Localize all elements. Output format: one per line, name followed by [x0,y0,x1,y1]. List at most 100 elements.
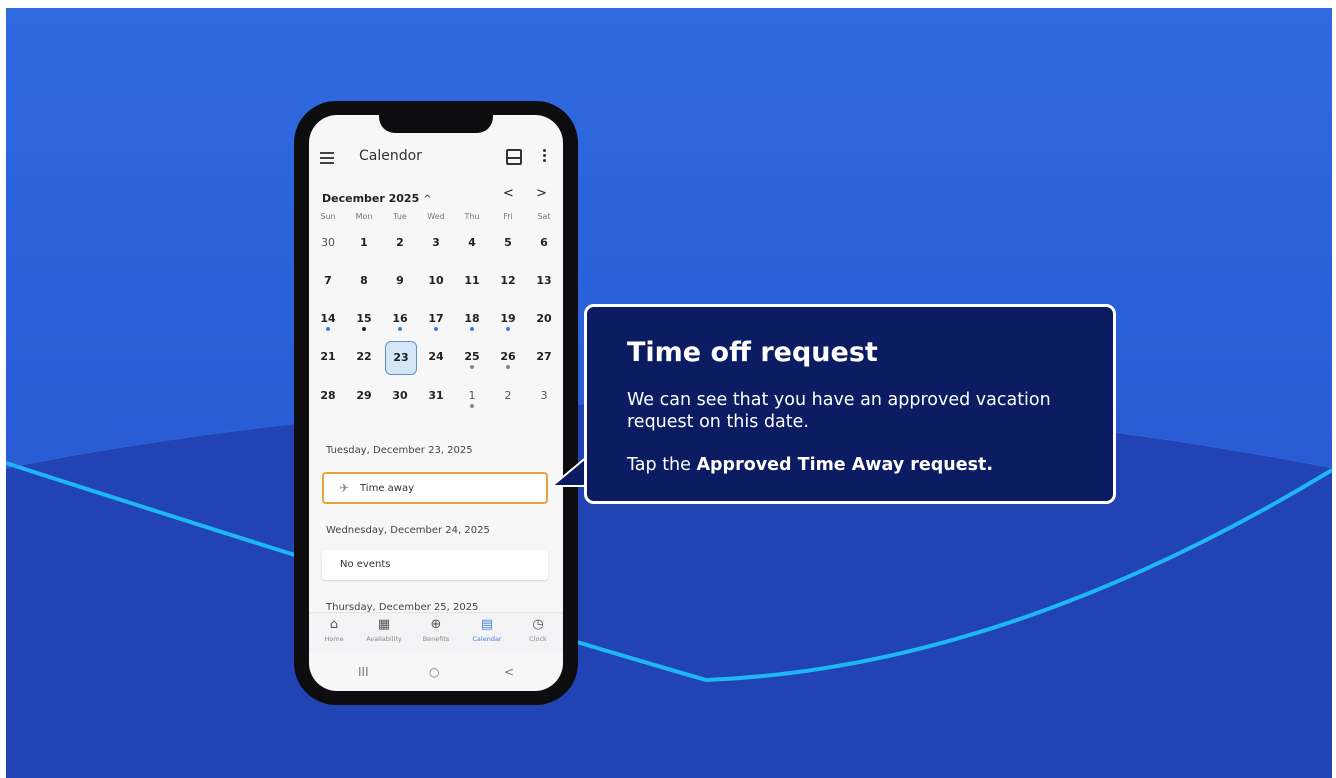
weekday-label: Tue [393,212,407,221]
event-dot [362,327,366,331]
nav-label: Clock [529,635,547,643]
calendar-day[interactable]: 17 [418,302,454,336]
calendar-day[interactable]: 24 [418,340,454,374]
calendar-day[interactable]: 1 [454,379,490,413]
event-dot [506,327,510,331]
event-dot [398,327,402,331]
more-options-icon[interactable] [543,149,547,164]
event-dot [470,327,474,331]
calendar-day[interactable]: 5 [490,226,526,260]
clock-icon: ◷ [532,617,544,632]
recents-button[interactable]: III [358,665,369,679]
event-dot [470,404,474,408]
app-title: Calendor [359,148,422,164]
system-nav-bar: III ○ < [309,655,563,691]
calendar-day[interactable]: 31 [418,379,454,413]
inbox-icon[interactable] [506,149,522,165]
app-bar: Calendor [309,145,563,173]
day-number: 15 [356,312,372,325]
callout-body: We can see that you have an approved vac… [627,390,1051,432]
calendar-day[interactable]: 2 [382,226,418,260]
day-number: 14 [320,312,336,325]
phone-screen: Calendor December 2025 ^ < > Sun Mon Tue … [309,115,563,691]
calendar-day[interactable]: 14 [310,302,346,336]
calendar-day[interactable]: 12 [490,264,526,298]
bottom-nav: ⌂ Home ▦ Availability ⊕ Benefits ▤ Calen… [309,612,563,653]
nav-label: Availability [366,635,402,643]
calendar-day-selected[interactable]: 23 [385,341,417,375]
calendar-day[interactable]: 1 [346,226,382,260]
event-label: Time away [360,483,415,494]
calendar-day[interactable]: 19 [490,302,526,336]
day-number: 18 [464,312,480,325]
phone-notch [379,115,493,133]
day-number: 25 [464,350,480,363]
callout-title: Time off request [627,337,878,368]
weekday-label: Mon [355,212,373,221]
calendar-day[interactable]: 18 [454,302,490,336]
weekday-label: Wed [427,212,445,221]
instruction-prefix: Tap the [627,455,697,475]
calendar-day[interactable]: 11 [454,264,490,298]
calendar-day[interactable]: 30 [382,379,418,413]
home-button[interactable]: ○ [429,665,439,679]
calendar-day[interactable]: 9 [382,264,418,298]
weekday-label: Sun [320,212,336,221]
month-label[interactable]: December 2025 [322,192,419,205]
event-label: No events [340,559,391,570]
no-events-card: No events [322,550,548,580]
calendar-day[interactable]: 7 [310,264,346,298]
calendar-icon: ▤ [480,617,494,632]
tooltip-callout: Time off request We can see that you hav… [584,304,1116,504]
calendar-day[interactable]: 8 [346,264,382,298]
prev-month-button[interactable]: < [503,186,514,201]
calendar-day[interactable]: 6 [526,226,562,260]
event-dot [326,327,330,331]
nav-calendar[interactable]: ▤ Calendar [462,617,512,643]
home-icon: ⌂ [329,617,339,632]
nav-benefits[interactable]: ⊕ Benefits [411,617,461,643]
callout-instruction: Tap the Approved Time Away request. [627,455,993,475]
calendar-day[interactable]: 2 [490,379,526,413]
calendar-day[interactable]: 15 [346,302,382,336]
plus-circle-icon: ⊕ [430,617,442,632]
calendar-day[interactable]: 28 [310,379,346,413]
calendar-day[interactable]: 21 [310,340,346,374]
calendar-day[interactable]: 30 [310,226,346,260]
nav-label: Benefits [422,635,450,643]
phone-frame: Calendor December 2025 ^ < > Sun Mon Tue … [294,101,578,705]
day-number: 16 [392,312,408,325]
chevron-up-icon[interactable]: ^ [423,194,431,205]
event-dot [434,327,438,331]
nav-availability[interactable]: ▦ Availability [359,617,409,643]
next-month-button[interactable]: > [536,186,547,201]
nav-label: Calendar [472,635,502,643]
calendar-day[interactable]: 4 [454,226,490,260]
day-number: 1 [468,389,476,402]
background-stage: Calendor December 2025 ^ < > Sun Mon Tue … [6,8,1332,778]
day-number: 19 [500,312,516,325]
calendar-day[interactable]: 27 [526,340,562,374]
calendar-day[interactable]: 3 [418,226,454,260]
calendar-day[interactable]: 13 [526,264,562,298]
nav-label: Home [324,635,344,643]
nav-home[interactable]: ⌂ Home [309,617,359,643]
agenda-date-header: Tuesday, December 23, 2025 [326,445,473,456]
calendar-day[interactable]: 20 [526,302,562,336]
day-number: 17 [428,312,444,325]
back-button[interactable]: < [504,665,514,679]
event-dot [470,365,474,369]
month-header: December 2025 ^ < > [322,186,557,205]
calendar-day[interactable]: 16 [382,302,418,336]
calendar-day[interactable]: 26 [490,340,526,374]
time-away-event[interactable]: ✈ Time away [322,472,548,504]
calendar-day[interactable]: 10 [418,264,454,298]
calendar-day[interactable]: 3 [526,379,562,413]
menu-icon[interactable] [320,152,334,164]
calendar-day[interactable]: 25 [454,340,490,374]
agenda-date-header: Wednesday, December 24, 2025 [326,525,490,536]
calendar-day[interactable]: 22 [346,340,382,374]
calendar-day[interactable]: 29 [346,379,382,413]
nav-clock[interactable]: ◷ Clock [513,617,563,643]
event-dot [506,365,510,369]
